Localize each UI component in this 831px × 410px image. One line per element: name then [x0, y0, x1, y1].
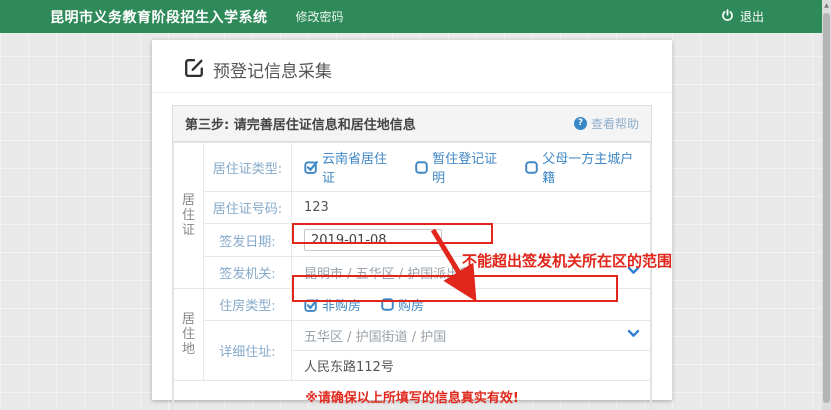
table-row: ※请确保以上所填写的信息真实有效!: [174, 381, 651, 410]
permit-number-label: 居住证号码:: [204, 192, 292, 224]
permit-number-value: 123: [292, 192, 651, 224]
page-title-bar: 预登记信息采集: [152, 40, 672, 93]
housing-type-label: 住房类型:: [204, 289, 292, 321]
unchecked-checkbox-icon: [525, 161, 538, 174]
address-region-dropdown[interactable]: 五华区 / 护国街道 / 护国: [292, 321, 651, 351]
page-title: 预登记信息采集: [213, 57, 332, 82]
unchecked-checkbox-icon: [415, 161, 428, 174]
address-region-value: 五华区 / 护国街道 / 护国: [304, 326, 446, 345]
permit-type-options: 云南省居住证 暂住登记证明 父母一方主城户籍: [292, 143, 651, 192]
view-help-label: 查看帮助: [591, 115, 639, 132]
annotation-text: 不能超出签发机关所在区的范围: [462, 250, 672, 271]
annotation-highlight-box-issue-authority: [292, 223, 493, 244]
address-detail-value: 人民东路112号: [292, 351, 651, 381]
permit-type-label: 居住证类型:: [204, 143, 292, 192]
address-label: 详细住址:: [204, 321, 292, 381]
view-help-link[interactable]: ? 查看帮助: [574, 115, 639, 132]
table-row: 居住证号码: 123: [174, 192, 651, 224]
logout-button[interactable]: 退出: [721, 0, 764, 33]
table-row: 居住证 居住证类型: 云南省居住证: [174, 143, 651, 192]
group-label-residence: 居住地: [174, 289, 204, 381]
step-panel-header: 第三步: 请完善居住证信息和居住地信息 ? 查看帮助: [173, 106, 651, 142]
scroll-up-icon[interactable]: ▲: [823, 2, 830, 10]
app-title: 昆明市义务教育阶段招生入学系统: [50, 7, 268, 27]
warning-text: ※请确保以上所填写的信息真实有效!: [174, 381, 651, 410]
issue-authority-label: 签发机关:: [204, 257, 292, 289]
checkbox-parent-hukou[interactable]: 父母一方主城户籍: [525, 148, 640, 186]
group-label-permit: 居住证: [174, 143, 204, 289]
checked-checkbox-icon: [304, 160, 318, 174]
scrollbar-thumb[interactable]: [823, 13, 830, 403]
app-header: 昆明市义务教育阶段招生入学系统 修改密码 退出: [0, 0, 822, 33]
checkbox-temporary-registration[interactable]: 暂住登记证明: [415, 148, 505, 186]
main-card: 预登记信息采集 第三步: 请完善居住证信息和居住地信息 ? 查看帮助 居住证 居…: [152, 40, 672, 400]
logout-label: 退出: [740, 8, 764, 25]
edit-icon: [184, 58, 204, 82]
change-password-link[interactable]: 修改密码: [296, 8, 344, 25]
power-icon: [721, 7, 740, 26]
issue-date-label: 签发日期:: [204, 224, 292, 257]
step-title: 第三步: 请完善居住证信息和居住地信息: [185, 114, 416, 133]
annotation-highlight-box-address: [292, 275, 618, 302]
chevron-down-icon[interactable]: [627, 327, 640, 344]
checkbox-yunnan-permit[interactable]: 云南省居住证: [304, 148, 395, 186]
question-icon: ?: [574, 117, 587, 130]
vertical-scrollbar[interactable]: ▲: [822, 0, 831, 410]
table-row: 详细住址: 五华区 / 护国街道 / 护国: [174, 321, 651, 351]
